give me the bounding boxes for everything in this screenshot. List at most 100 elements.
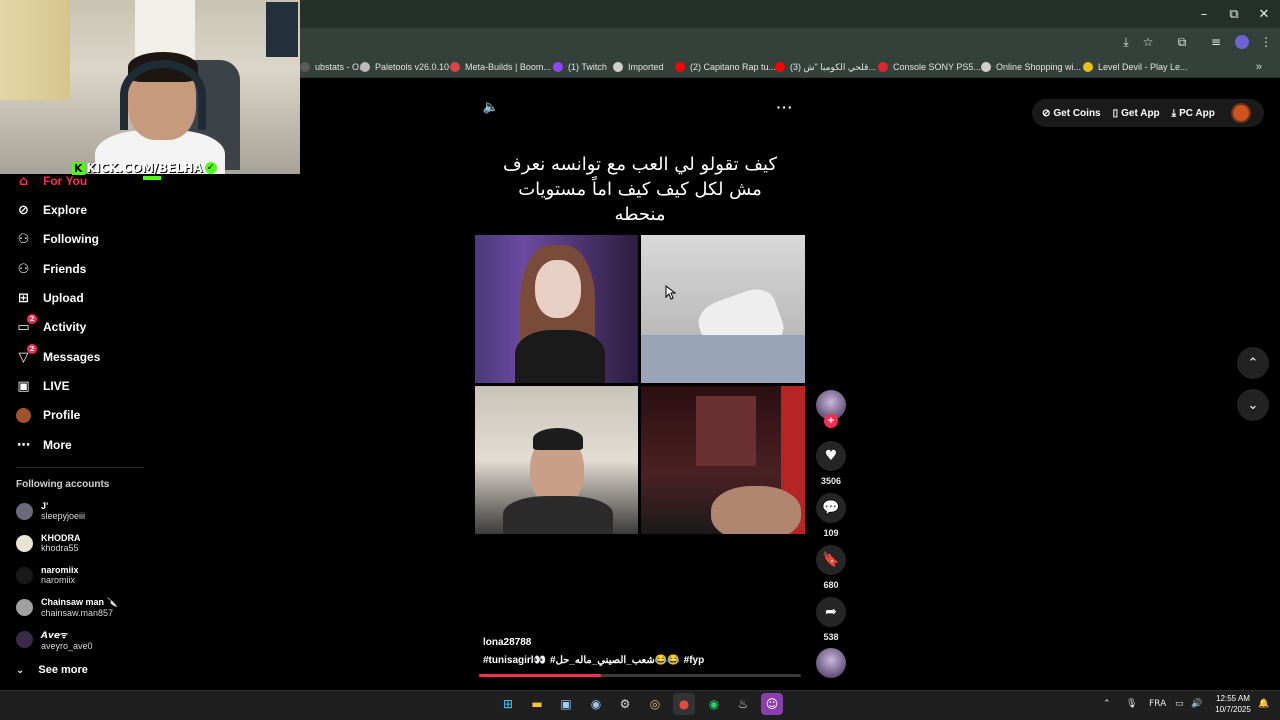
account-names: Chainsaw man 🔪 chainsaw.man857	[41, 597, 118, 618]
bookmark-item[interactable]: (2) Capitano Rap tu...	[675, 56, 776, 78]
bookmark-label: (3) قلحي الكومبا "ش...	[790, 61, 876, 72]
sidebar-item-label: Messages	[43, 350, 101, 364]
restore-button[interactable]: ⧉	[1217, 0, 1251, 28]
user-avatar[interactable]	[1230, 103, 1251, 123]
bookmark-item[interactable]: Imported	[613, 56, 664, 78]
kick-channel-name: KICK.COM/BELHA	[86, 161, 203, 175]
discord-icon[interactable]: ☺	[761, 693, 783, 715]
file-explorer-icon[interactable]: ▬	[526, 693, 548, 715]
star-bookmark-icon[interactable]: ☆	[1138, 32, 1158, 52]
sound-disc-avatar[interactable]	[816, 648, 846, 678]
speaker-icon[interactable]: 🔊	[1191, 693, 1202, 715]
bookmark-item[interactable]: (3) قلحي الكومبا "ش...	[775, 56, 876, 78]
minimize-button[interactable]: –	[1187, 0, 1221, 28]
comment-count: 109	[823, 528, 839, 538]
follow-plus-icon[interactable]: +	[824, 414, 838, 428]
bookmark-item[interactable]: Level Devil - Play Le...	[1083, 56, 1188, 78]
video-progress-bar[interactable]	[479, 674, 801, 677]
sidebar-item-profile[interactable]: Profile	[16, 404, 80, 426]
like-button[interactable]: ♥	[816, 441, 846, 471]
sidebar-item-for-you[interactable]: ⌂ For You	[16, 170, 87, 192]
hashtag-link[interactable]: #شعب_الصيني_ماله_حل😂😂	[550, 655, 680, 666]
bookmark-item[interactable]: Paletools v26.0.10	[360, 56, 449, 78]
steam-client-icon[interactable]: ♨	[732, 693, 754, 715]
install-app-icon[interactable]: ⤓	[1116, 32, 1136, 52]
sidebar-item-following[interactable]: ⚇ Following	[16, 228, 99, 250]
bookmark-label: Paletools v26.0.10	[375, 62, 450, 72]
following-account-item[interactable]: J' sleepyjoeiii	[16, 497, 85, 525]
more-options-icon[interactable]: ···	[775, 97, 795, 117]
start-icon[interactable]: ⊞	[497, 693, 519, 715]
bookmark-label: (1) Twitch	[568, 62, 607, 72]
webcam-window	[0, 0, 70, 100]
hashtag-link[interactable]: #fyp	[684, 655, 705, 666]
sidebar-item-label: Profile	[43, 408, 81, 422]
like-icon: ♥	[824, 448, 838, 464]
bookmark-item[interactable]: (1) Twitch	[553, 56, 607, 78]
tray-overflow-icon[interactable]: ⌃	[1103, 693, 1111, 715]
microphone-icon[interactable]: 🎙	[1126, 693, 1137, 715]
account-handle: aveyro_ave0	[41, 640, 93, 651]
sidebar-item-activity[interactable]: ▭ 2 Activity	[16, 313, 87, 338]
next-video-button[interactable]: ⌄	[1237, 389, 1269, 421]
system-clock[interactable]: 12:55 AM 10/7/2025	[1208, 693, 1258, 715]
account-display-name: 𝘼𝙫𝙚ᯤ	[41, 629, 69, 640]
following-account-item[interactable]: KHODRA khodra55	[16, 529, 81, 557]
extensions-icon[interactable]: ⧉	[1172, 32, 1192, 52]
bookmark-item[interactable]: Console SONY PS5...	[878, 56, 981, 78]
steam-icon[interactable]: ◉	[585, 693, 607, 715]
following-account-item[interactable]: Chainsaw man 🔪 chainsaw.man857	[16, 593, 118, 621]
spotify-icon[interactable]: ◉	[703, 693, 725, 715]
following-account-item[interactable]: naromiix naromiix	[16, 561, 79, 589]
media-controls-icon[interactable]: ≡	[1206, 32, 1226, 52]
following-account-item[interactable]: 𝘼𝙫𝙚ᯤ aveyro_ave0	[16, 625, 93, 653]
sidebar-item-label: Activity	[43, 320, 87, 334]
network-icon[interactable]: ▭	[1175, 693, 1184, 715]
comment-button[interactable]: 💬	[816, 493, 846, 523]
sidebar-item-live[interactable]: ▣ LIVE	[16, 375, 69, 397]
bookmark-item[interactable]: ubstats - O...	[300, 56, 367, 78]
get-coins-button[interactable]: ⊘ Get Coins	[1042, 108, 1101, 119]
store-icon[interactable]: ▣	[555, 693, 577, 715]
bookmark-item[interactable]: Online Shopping wi...	[981, 56, 1081, 78]
notification-icon[interactable]: 🔔	[1258, 693, 1269, 715]
see-more-button[interactable]: ⌄ See more	[16, 661, 88, 679]
account-names: 𝘼𝙫𝙚ᯤ aveyro_ave0	[41, 628, 93, 651]
close-button[interactable]: ✕	[1247, 0, 1280, 28]
previous-video-button[interactable]: ⌃	[1237, 347, 1269, 379]
browser-menu-icon[interactable]: ⋮	[1256, 32, 1276, 52]
sidebar-item-upload[interactable]: ⊞ Upload	[16, 287, 84, 309]
chrome-icon[interactable]: ●	[673, 693, 695, 715]
share-button[interactable]: ➦	[816, 597, 846, 627]
tile-face	[535, 260, 581, 318]
sidebar-item-friends[interactable]: ⚇ Friends	[16, 258, 87, 280]
sidebar-item-more[interactable]: ⋯ More	[16, 434, 72, 456]
volume-icon[interactable]: 🔈	[481, 97, 501, 117]
sidebar-item-label: Explore	[43, 203, 88, 217]
hashtag-link[interactable]: #tunisagirl👀	[483, 655, 546, 666]
tile-shirt	[503, 496, 613, 534]
video-author[interactable]: lona28788	[483, 637, 531, 648]
home-icon: ⌂	[18, 173, 29, 189]
account-handle: naromiix	[41, 575, 76, 585]
avatar	[16, 598, 33, 616]
profile-avatar[interactable]	[1232, 32, 1252, 52]
sidebar-item-explore[interactable]: ⊘ Explore	[16, 199, 87, 221]
sidebar-item-messages[interactable]: ▽ 2 Messages	[16, 343, 101, 368]
favicon-icon	[450, 62, 460, 72]
settings-app-icon[interactable]: ⚙	[614, 693, 636, 715]
tile-top	[515, 330, 605, 383]
bookmark-item[interactable]: Meta-Builds | Boom...	[450, 56, 551, 78]
get-app-button[interactable]: ▯ Get App	[1113, 108, 1160, 119]
language-indicator[interactable]: FRA	[1149, 693, 1166, 715]
pc-app-button[interactable]: ⤓ PC App	[1172, 108, 1215, 119]
bookmark-button[interactable]: 🔖	[816, 545, 846, 575]
webcam-overlay	[0, 0, 300, 174]
app-icon[interactable]: ◎	[644, 693, 666, 715]
video-tile-girl	[475, 235, 638, 383]
tile-cap	[533, 428, 583, 450]
tile-posters	[696, 396, 756, 466]
account-display-name: Chainsaw man 🔪	[41, 596, 118, 607]
video-player[interactable]	[475, 235, 805, 534]
bookmarks-overflow-button[interactable]: »	[1256, 56, 1262, 78]
